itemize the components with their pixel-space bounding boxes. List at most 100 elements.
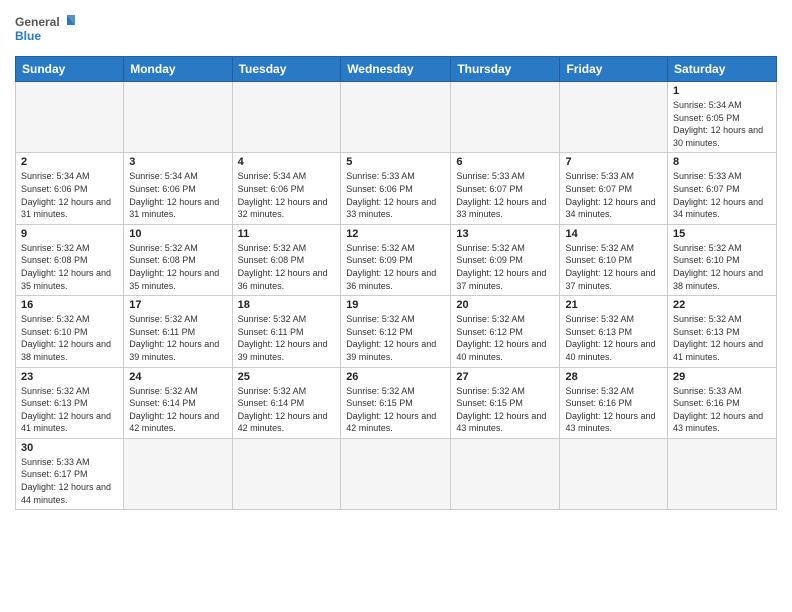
day-info: Sunrise: 5:32 AM Sunset: 6:08 PM Dayligh…	[21, 242, 118, 292]
day-info: Sunrise: 5:32 AM Sunset: 6:15 PM Dayligh…	[456, 385, 554, 435]
day-number: 3	[129, 156, 226, 168]
calendar-day-cell	[560, 82, 668, 153]
day-number: 9	[21, 228, 118, 240]
day-info: Sunrise: 5:32 AM Sunset: 6:11 PM Dayligh…	[238, 313, 336, 363]
calendar-header-friday: Friday	[560, 57, 668, 82]
day-info: Sunrise: 5:32 AM Sunset: 6:13 PM Dayligh…	[21, 385, 118, 435]
day-info: Sunrise: 5:32 AM Sunset: 6:13 PM Dayligh…	[673, 313, 771, 363]
day-number: 1	[673, 85, 771, 97]
day-number: 4	[238, 156, 336, 168]
calendar-day-cell: 3 Sunrise: 5:34 AM Sunset: 6:06 PM Daylig…	[124, 153, 232, 224]
calendar-header-monday: Monday	[124, 57, 232, 82]
day-info: Sunrise: 5:34 AM Sunset: 6:06 PM Dayligh…	[238, 170, 336, 220]
calendar-week-row: 23 Sunrise: 5:32 AM Sunset: 6:13 PM Dayli…	[16, 367, 777, 438]
day-number: 6	[456, 156, 554, 168]
day-info: Sunrise: 5:32 AM Sunset: 6:15 PM Dayligh…	[346, 385, 445, 435]
calendar-day-cell: 17Sunrise: 5:32 AM Sunset: 6:11 PM Dayli…	[124, 296, 232, 367]
svg-text:Blue: Blue	[15, 29, 41, 43]
day-number: 25	[238, 371, 336, 383]
calendar-day-cell: 6 Sunrise: 5:33 AM Sunset: 6:07 PM Daylig…	[451, 153, 560, 224]
day-number: 26	[346, 371, 445, 383]
day-info: Sunrise: 5:32 AM Sunset: 6:08 PM Dayligh…	[129, 242, 226, 292]
calendar-day-cell: 10 Sunrise: 5:32 AM Sunset: 6:08 PM Dayli…	[124, 224, 232, 295]
calendar-day-cell	[451, 82, 560, 153]
calendar-day-cell	[560, 438, 668, 509]
calendar-day-cell: 16Sunrise: 5:32 AM Sunset: 6:10 PM Dayli…	[16, 296, 124, 367]
day-info: Sunrise: 5:33 AM Sunset: 6:06 PM Dayligh…	[346, 170, 445, 220]
calendar-table: SundayMondayTuesdayWednesdayThursdayFrid…	[15, 56, 777, 510]
calendar-day-cell: 19 Sunrise: 5:32 AM Sunset: 6:12 PM Dayli…	[341, 296, 451, 367]
calendar-day-cell: 5 Sunrise: 5:33 AM Sunset: 6:06 PM Daylig…	[341, 153, 451, 224]
calendar-day-cell: 1Sunrise: 5:34 AM Sunset: 6:05 PM Daylig…	[668, 82, 777, 153]
day-number: 21	[565, 299, 662, 311]
calendar-week-row: 9 Sunrise: 5:32 AM Sunset: 6:08 PM Daylig…	[16, 224, 777, 295]
day-info: Sunrise: 5:32 AM Sunset: 6:09 PM Dayligh…	[456, 242, 554, 292]
calendar-day-cell	[668, 438, 777, 509]
generalblue-logo: General Blue	[15, 10, 75, 50]
calendar-day-cell: 18 Sunrise: 5:32 AM Sunset: 6:11 PM Dayli…	[232, 296, 341, 367]
calendar-day-cell: 28 Sunrise: 5:32 AM Sunset: 6:16 PM Dayli…	[560, 367, 668, 438]
calendar-header-saturday: Saturday	[668, 57, 777, 82]
calendar-day-cell: 30 Sunrise: 5:33 AM Sunset: 6:17 PM Dayli…	[16, 438, 124, 509]
calendar-day-cell: 8Sunrise: 5:33 AM Sunset: 6:07 PM Daylig…	[668, 153, 777, 224]
day-number: 19	[346, 299, 445, 311]
calendar-day-cell: 29Sunrise: 5:33 AM Sunset: 6:16 PM Dayli…	[668, 367, 777, 438]
day-number: 28	[565, 371, 662, 383]
day-number: 2	[21, 156, 118, 168]
day-number: 24	[129, 371, 226, 383]
day-info: Sunrise: 5:33 AM Sunset: 6:07 PM Dayligh…	[456, 170, 554, 220]
day-number: 30	[21, 442, 118, 454]
calendar-day-cell	[341, 438, 451, 509]
calendar-week-row: 1Sunrise: 5:34 AM Sunset: 6:05 PM Daylig…	[16, 82, 777, 153]
day-number: 16	[21, 299, 118, 311]
day-number: 14	[565, 228, 662, 240]
calendar-day-cell: 12Sunrise: 5:32 AM Sunset: 6:09 PM Dayli…	[341, 224, 451, 295]
day-info: Sunrise: 5:32 AM Sunset: 6:12 PM Dayligh…	[346, 313, 445, 363]
calendar-day-cell: 26 Sunrise: 5:32 AM Sunset: 6:15 PM Dayli…	[341, 367, 451, 438]
day-info: Sunrise: 5:33 AM Sunset: 6:16 PM Dayligh…	[673, 385, 771, 435]
day-number: 20	[456, 299, 554, 311]
day-info: Sunrise: 5:32 AM Sunset: 6:13 PM Dayligh…	[565, 313, 662, 363]
calendar-day-cell: 27Sunrise: 5:32 AM Sunset: 6:15 PM Dayli…	[451, 367, 560, 438]
calendar-day-cell: 11Sunrise: 5:32 AM Sunset: 6:08 PM Dayli…	[232, 224, 341, 295]
calendar-day-cell	[451, 438, 560, 509]
day-info: Sunrise: 5:32 AM Sunset: 6:14 PM Dayligh…	[129, 385, 226, 435]
calendar-day-cell	[16, 82, 124, 153]
day-number: 18	[238, 299, 336, 311]
day-info: Sunrise: 5:33 AM Sunset: 6:17 PM Dayligh…	[21, 456, 118, 506]
day-number: 15	[673, 228, 771, 240]
calendar-day-cell	[124, 438, 232, 509]
day-number: 5	[346, 156, 445, 168]
calendar-day-cell: 23 Sunrise: 5:32 AM Sunset: 6:13 PM Dayli…	[16, 367, 124, 438]
calendar-day-cell: 21 Sunrise: 5:32 AM Sunset: 6:13 PM Dayli…	[560, 296, 668, 367]
day-number: 12	[346, 228, 445, 240]
svg-text:General: General	[15, 15, 60, 29]
calendar-header-row: SundayMondayTuesdayWednesdayThursdayFrid…	[16, 57, 777, 82]
calendar-day-cell: 24 Sunrise: 5:32 AM Sunset: 6:14 PM Dayli…	[124, 367, 232, 438]
calendar-day-cell: 4 Sunrise: 5:34 AM Sunset: 6:06 PM Daylig…	[232, 153, 341, 224]
day-info: Sunrise: 5:32 AM Sunset: 6:12 PM Dayligh…	[456, 313, 554, 363]
day-info: Sunrise: 5:33 AM Sunset: 6:07 PM Dayligh…	[565, 170, 662, 220]
calendar-day-cell: 20 Sunrise: 5:32 AM Sunset: 6:12 PM Dayli…	[451, 296, 560, 367]
calendar-day-cell: 9 Sunrise: 5:32 AM Sunset: 6:08 PM Daylig…	[16, 224, 124, 295]
day-number: 10	[129, 228, 226, 240]
day-number: 8	[673, 156, 771, 168]
header: General Blue	[15, 10, 777, 50]
logo: General Blue	[15, 10, 75, 50]
day-number: 13	[456, 228, 554, 240]
day-number: 11	[238, 228, 336, 240]
page: General Blue SundayMondayTuesdayWednesda…	[0, 0, 792, 612]
calendar-header-wednesday: Wednesday	[341, 57, 451, 82]
calendar-day-cell	[124, 82, 232, 153]
calendar-day-cell	[232, 438, 341, 509]
day-info: Sunrise: 5:34 AM Sunset: 6:06 PM Dayligh…	[129, 170, 226, 220]
day-info: Sunrise: 5:34 AM Sunset: 6:06 PM Dayligh…	[21, 170, 118, 220]
calendar-day-cell: 13 Sunrise: 5:32 AM Sunset: 6:09 PM Dayli…	[451, 224, 560, 295]
day-info: Sunrise: 5:32 AM Sunset: 6:10 PM Dayligh…	[565, 242, 662, 292]
day-number: 23	[21, 371, 118, 383]
day-info: Sunrise: 5:32 AM Sunset: 6:11 PM Dayligh…	[129, 313, 226, 363]
day-info: Sunrise: 5:32 AM Sunset: 6:16 PM Dayligh…	[565, 385, 662, 435]
calendar-day-cell	[232, 82, 341, 153]
calendar-header-tuesday: Tuesday	[232, 57, 341, 82]
calendar-header-sunday: Sunday	[16, 57, 124, 82]
